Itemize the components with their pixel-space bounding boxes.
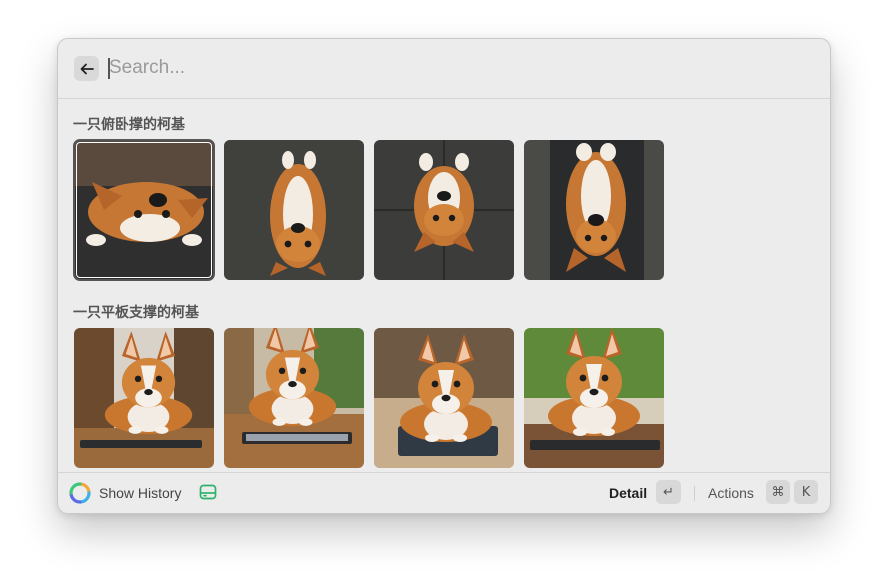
search-input[interactable]	[109, 53, 789, 83]
app-logo-icon	[69, 482, 91, 504]
back-button[interactable]	[74, 56, 99, 81]
image-thumbnail[interactable]	[74, 328, 214, 468]
footer-divider	[694, 486, 695, 501]
image-thumbnail[interactable]	[224, 328, 364, 468]
section-title-plank: 一只平板支撑的柯基	[73, 305, 199, 321]
k-key-icon: K	[794, 480, 818, 504]
command-key-icon: ⌘	[766, 480, 790, 504]
image-thumbnail[interactable]	[524, 328, 664, 468]
enter-key-icon: ↵	[656, 480, 681, 504]
image-thumbnail[interactable]	[224, 140, 364, 280]
detail-action-label[interactable]: Detail	[609, 485, 647, 501]
footer-bar: Show History Detail ↵ Actions ⌘ K	[58, 472, 830, 513]
launcher-window: 一只俯卧撑的柯基	[57, 38, 831, 514]
tray-icon[interactable]	[199, 483, 217, 501]
section-title-pushup: 一只俯卧撑的柯基	[73, 117, 185, 133]
back-arrow-icon	[80, 63, 94, 74]
image-thumbnail[interactable]	[374, 140, 514, 280]
image-thumbnail[interactable]	[73, 139, 215, 281]
image-thumbnail[interactable]	[374, 328, 514, 468]
image-thumbnail[interactable]	[524, 140, 664, 280]
actions-button[interactable]: Actions	[708, 485, 754, 501]
show-history-button[interactable]: Show History	[99, 485, 181, 501]
search-bar	[58, 39, 830, 99]
